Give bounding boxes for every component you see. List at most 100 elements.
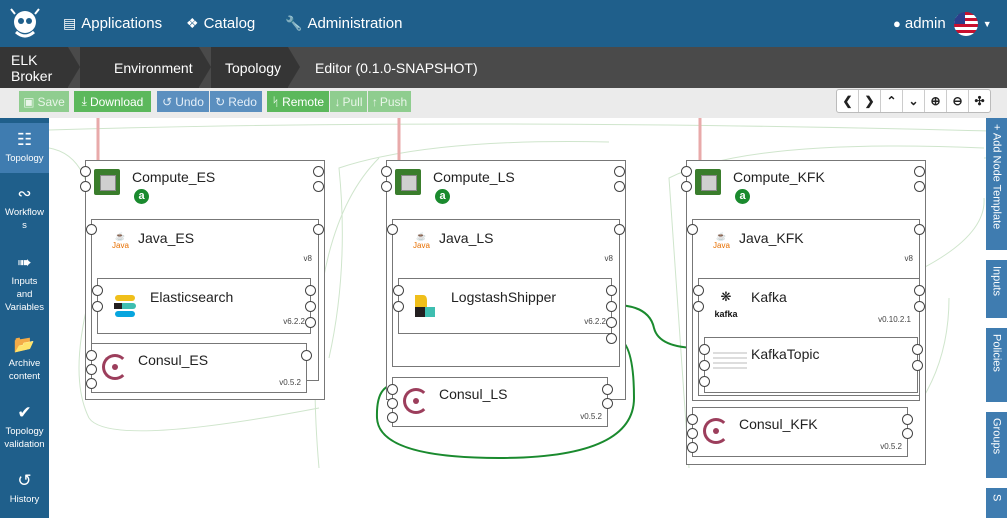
- port[interactable]: [681, 166, 692, 177]
- port[interactable]: [602, 398, 613, 409]
- port[interactable]: [92, 285, 103, 296]
- port[interactable]: [86, 350, 97, 361]
- port[interactable]: [912, 344, 923, 355]
- port[interactable]: [387, 224, 398, 235]
- port[interactable]: [86, 364, 97, 375]
- sidebar-item-topology[interactable]: ☷ Topology: [0, 123, 49, 173]
- port[interactable]: [681, 181, 692, 192]
- center-icon[interactable]: ✣: [969, 90, 990, 112]
- port[interactable]: [381, 181, 392, 192]
- port[interactable]: [606, 285, 617, 296]
- node-elasticsearch[interactable]: Elasticsearch v6.2.2: [92, 278, 316, 334]
- caret-down-icon[interactable]: ▼: [983, 19, 992, 29]
- us-flag-icon[interactable]: [953, 11, 978, 36]
- port[interactable]: [914, 181, 925, 192]
- port[interactable]: [86, 224, 97, 235]
- node-consul-ls[interactable]: Consul_LS v0.5.2: [387, 377, 613, 427]
- node-consul-es[interactable]: Consul_ES v0.5.2: [86, 343, 312, 393]
- port[interactable]: [699, 360, 710, 371]
- port[interactable]: [305, 317, 316, 328]
- port[interactable]: [914, 224, 925, 235]
- zoom-out-icon[interactable]: ⊖: [947, 90, 969, 112]
- port[interactable]: [693, 301, 704, 312]
- port[interactable]: [614, 166, 625, 177]
- sidebar-item-validation[interactable]: ✔ Topology validation: [0, 401, 49, 455]
- sidebar-item-archive[interactable]: 📂 Archive content: [0, 333, 49, 385]
- port[interactable]: [902, 428, 913, 439]
- port[interactable]: [912, 360, 923, 371]
- port[interactable]: [606, 301, 617, 312]
- port[interactable]: [387, 398, 398, 409]
- policies-tab[interactable]: Policies: [986, 328, 1007, 402]
- more-tab[interactable]: S: [986, 488, 1007, 518]
- port[interactable]: [305, 285, 316, 296]
- port[interactable]: [301, 350, 312, 361]
- port[interactable]: [313, 181, 324, 192]
- node-kafkatopic[interactable]: KafkaTopic: [699, 337, 923, 393]
- port[interactable]: [687, 224, 698, 235]
- port[interactable]: [914, 285, 925, 296]
- node-compute-kfk[interactable]: Compute_KFK a ☕ Java Java_KFK v8 ❋ kafka K…: [681, 160, 926, 465]
- port[interactable]: [606, 317, 617, 328]
- port[interactable]: [687, 442, 698, 453]
- node-kafka[interactable]: ❋ kafka Kafka v0.10.2.1 KafkaTopic: [693, 278, 925, 396]
- port[interactable]: [381, 166, 392, 177]
- port[interactable]: [914, 166, 925, 177]
- port[interactable]: [387, 412, 398, 423]
- breadcrumb-environment[interactable]: Environment: [80, 47, 199, 88]
- user-menu[interactable]: ● admin ▼: [893, 0, 992, 47]
- port[interactable]: [602, 384, 613, 395]
- port[interactable]: [699, 344, 710, 355]
- node-compute-ls[interactable]: Compute_LS a ☕ Java Java_LS v8 LogstashSh…: [381, 160, 626, 427]
- port[interactable]: [313, 224, 324, 235]
- pull-button[interactable]: ↓ Pull: [330, 91, 367, 112]
- port[interactable]: [606, 333, 617, 344]
- node-java-ls[interactable]: ☕ Java Java_LS v8 LogstashShipper v6.2.2: [387, 219, 625, 367]
- node-consul-kfk[interactable]: Consul_KFK v0.5.2: [687, 407, 913, 457]
- sidebar-item-inputs[interactable]: ➠ Inputs and Variables: [0, 249, 49, 315]
- undo-button[interactable]: ↺ Undo: [157, 91, 209, 112]
- breadcrumb-elk-broker[interactable]: ELK Broker: [0, 47, 68, 88]
- node-logstash-shipper[interactable]: LogstashShipper v6.2.2: [393, 278, 617, 344]
- port[interactable]: [687, 428, 698, 439]
- port[interactable]: [393, 301, 404, 312]
- sidebar-item-workflows[interactable]: ∾ Workflows: [0, 181, 49, 237]
- node-java-kfk[interactable]: ☕ Java Java_KFK v8 ❋ kafka Kafka v0.10.2.1…: [687, 219, 925, 401]
- port[interactable]: [699, 376, 710, 387]
- topology-canvas[interactable]: Compute_ES a ☕ Java Java_ES v8 Elasticsea…: [49, 118, 986, 518]
- download-button[interactable]: ⤓ Download: [74, 91, 151, 112]
- port[interactable]: [80, 166, 91, 177]
- port[interactable]: [614, 181, 625, 192]
- pan-up-icon[interactable]: ⌃: [881, 90, 903, 112]
- port[interactable]: [86, 378, 97, 389]
- inputs-tab[interactable]: Inputs: [986, 260, 1007, 318]
- remote-button[interactable]: ᛋ Remote: [267, 91, 329, 112]
- groups-tab[interactable]: Groups: [986, 412, 1007, 478]
- alien-logo-icon[interactable]: [6, 5, 44, 43]
- pan-right-icon[interactable]: ❯: [859, 90, 881, 112]
- save-button[interactable]: ▣ Save: [19, 91, 69, 112]
- breadcrumb-topology[interactable]: Topology: [211, 47, 288, 88]
- port[interactable]: [387, 384, 398, 395]
- port[interactable]: [914, 301, 925, 312]
- node-compute-es[interactable]: Compute_ES a ☕ Java Java_ES v8 Elasticsea…: [80, 160, 325, 400]
- pan-left-icon[interactable]: ❮: [837, 90, 859, 112]
- port[interactable]: [902, 414, 913, 425]
- port[interactable]: [313, 166, 324, 177]
- port[interactable]: [693, 285, 704, 296]
- zoom-in-icon[interactable]: ⊕: [925, 90, 947, 112]
- push-button[interactable]: ↑ Push: [368, 91, 411, 112]
- nav-administration[interactable]: 🔧 Administration: [285, 0, 402, 47]
- port[interactable]: [80, 181, 91, 192]
- pan-down-icon[interactable]: ⌄: [903, 90, 925, 112]
- port[interactable]: [305, 301, 316, 312]
- port[interactable]: [614, 224, 625, 235]
- redo-button[interactable]: ↻ Redo: [210, 91, 262, 112]
- port[interactable]: [393, 285, 404, 296]
- port[interactable]: [687, 414, 698, 425]
- nav-applications[interactable]: ▤ Applications: [63, 0, 162, 47]
- add-node-template-tab[interactable]: + Add Node Template: [986, 118, 1007, 250]
- nav-catalog[interactable]: ❖ Catalog: [186, 0, 255, 47]
- sidebar-item-history[interactable]: ↺ History: [0, 469, 49, 509]
- port[interactable]: [92, 301, 103, 312]
